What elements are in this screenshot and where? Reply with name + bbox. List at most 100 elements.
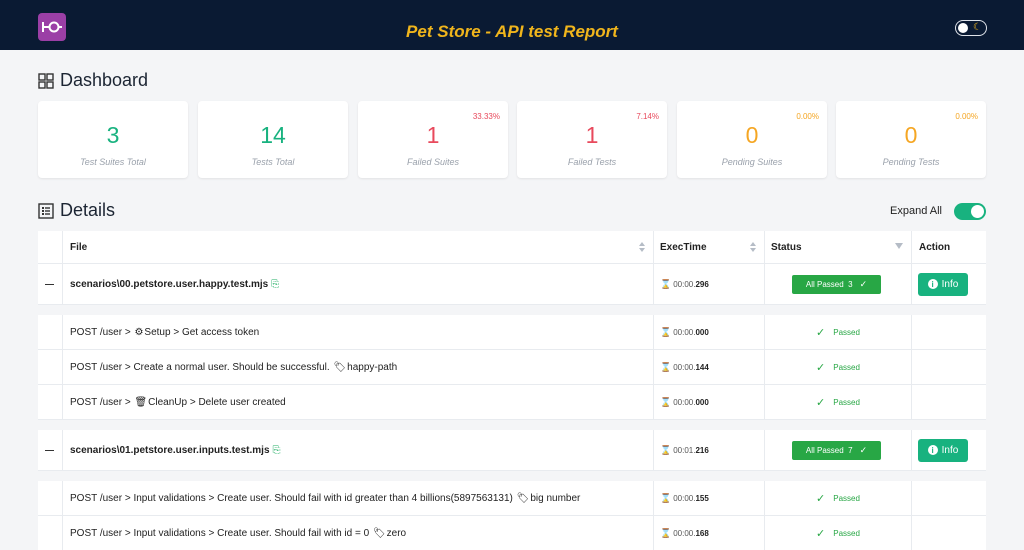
test-name-cell: POST /user > Create a normal user. Shoul… xyxy=(62,350,653,384)
suite-row: scenarios\00.petstore.user.happy.test.mj… xyxy=(38,264,986,305)
theme-toggle[interactable]: ☾ xyxy=(955,20,987,36)
check-icon: ✓ xyxy=(816,527,826,540)
test-status-cell: ✓ Passed xyxy=(764,315,911,349)
moon-icon: ☾ xyxy=(973,22,982,33)
stat-value: 1 xyxy=(585,122,599,148)
test-name-part: POST /user > Input validations > Create … xyxy=(70,527,372,539)
test-status-cell: ✓ Passed xyxy=(764,481,911,515)
sort-icon[interactable] xyxy=(750,242,756,252)
row-spacer xyxy=(38,471,986,481)
hourglass-icon: ⌛ xyxy=(660,396,672,407)
test-status: Passed xyxy=(833,397,860,407)
expand-all-label: Expand All xyxy=(890,205,942,217)
column-file-label: File xyxy=(70,241,88,253)
test-indent xyxy=(38,516,62,550)
test-row: POST /user > Input validations > Create … xyxy=(38,516,986,550)
copy-icon[interactable]: ⎘ xyxy=(273,445,281,456)
test-tag: happy-path xyxy=(347,361,398,373)
info-button-label: Info xyxy=(941,444,959,456)
test-action-cell xyxy=(911,516,986,550)
status-label: All Passed xyxy=(805,445,844,455)
column-status-label: Status xyxy=(771,241,802,253)
test-name-cell: POST /user > Input validations > Create … xyxy=(62,481,653,515)
expander-header xyxy=(38,231,62,263)
test-row: POST /user > Create a normal user. Shoul… xyxy=(38,350,986,385)
time-prefix: 00:00. xyxy=(673,362,696,372)
status-count: 7 xyxy=(848,445,853,455)
test-name-part: POST /user > Create a normal user. Shoul… xyxy=(70,361,333,373)
test-status: Passed xyxy=(833,493,860,503)
time-prefix: 00:00. xyxy=(673,528,696,538)
info-button[interactable]: i Info xyxy=(918,438,968,462)
suite-status-cell: All Passed 3 ✓ xyxy=(764,264,911,304)
info-icon: i xyxy=(927,445,938,455)
check-icon: ✓ xyxy=(816,492,826,505)
time-ms: 168 xyxy=(695,528,709,538)
test-row: POST /user > 🗑 CleanUp > Delete user crea… xyxy=(38,385,986,420)
collapse-toggle[interactable] xyxy=(38,264,62,304)
test-status: Passed xyxy=(833,528,860,538)
gear-icon: ⚙ xyxy=(134,326,144,338)
stat-label: Test Suites Total xyxy=(80,157,146,167)
suite-row: scenarios\01.petstore.user.inputs.test.m… xyxy=(38,430,986,471)
time-prefix: 00:00. xyxy=(673,327,696,337)
stat-label: Tests Total xyxy=(251,157,295,167)
stat-card: 14 Tests Total xyxy=(198,101,348,178)
app-title: Pet Store - API test Report xyxy=(406,22,618,41)
copy-icon[interactable]: ⎘ xyxy=(271,279,279,290)
test-status-cell: ✓ Passed xyxy=(764,385,911,419)
stat-percentage: 0.00% xyxy=(796,112,819,121)
info-button[interactable]: i Info xyxy=(918,272,968,296)
time-ms: 144 xyxy=(695,362,709,372)
suite-file-cell: scenarios\00.petstore.user.happy.test.mj… xyxy=(62,264,653,304)
toggle-knob xyxy=(958,23,968,33)
tag-icon: 🏷 xyxy=(516,492,530,504)
time-prefix: 00:00. xyxy=(673,493,696,503)
table-header: File ExecTime Status Action xyxy=(38,231,986,264)
stat-value: 3 xyxy=(106,122,120,148)
filter-icon[interactable] xyxy=(895,243,903,249)
column-status[interactable]: Status xyxy=(764,231,911,263)
suite-name: scenarios\00.petstore.user.happy.test.mj… xyxy=(70,278,269,290)
stat-value: 0 xyxy=(745,122,759,148)
info-icon: i xyxy=(927,279,938,289)
test-action-cell xyxy=(911,385,986,419)
hourglass-icon: ⌛ xyxy=(660,278,672,289)
stat-card: 0.00% 0 Pending Suites xyxy=(677,101,827,178)
check-icon: ✓ xyxy=(816,396,826,409)
test-tag: zero xyxy=(386,527,407,539)
check-icon: ✓ xyxy=(859,444,868,455)
test-name-part: Setup > Get access token xyxy=(144,326,260,338)
test-action-cell xyxy=(911,481,986,515)
test-exectime-cell: ⌛ 00:00.000 xyxy=(653,315,764,349)
expand-all-toggle[interactable] xyxy=(954,203,986,220)
test-exectime-cell: ⌛ 00:00.144 xyxy=(653,350,764,384)
time-prefix: 00:01. xyxy=(673,445,696,455)
hourglass-icon: ⌛ xyxy=(660,492,672,503)
column-action-label: Action xyxy=(919,241,951,253)
test-row: POST /user > ⚙ Setup > Get access token ⌛ 0… xyxy=(38,315,986,350)
suite-action-cell: i Info xyxy=(911,430,986,470)
suite-action-cell: i Info xyxy=(911,264,986,304)
check-icon: ✓ xyxy=(816,361,826,374)
stat-label: Failed Tests xyxy=(567,157,617,167)
suite-exectime-cell: ⌛ 00:01.216 xyxy=(653,430,764,470)
app-header: Pet Store - API test Report ☾ xyxy=(0,0,1024,50)
collapse-icon[interactable] xyxy=(45,283,54,285)
test-indent xyxy=(38,481,62,515)
stat-percentage: 33.33% xyxy=(472,112,500,121)
collapse-toggle[interactable] xyxy=(38,430,62,470)
test-name-part: POST /user > xyxy=(70,396,134,408)
dashboard-title: Dashboard xyxy=(60,70,149,90)
info-button-label: Info xyxy=(941,278,959,290)
stat-card: 7.14% 1 Failed Tests xyxy=(517,101,667,178)
stat-percentage: 0.00% xyxy=(955,112,978,121)
collapse-icon[interactable] xyxy=(45,449,54,451)
suite-status-cell: All Passed 7 ✓ xyxy=(764,430,911,470)
column-exectime[interactable]: ExecTime xyxy=(653,231,764,263)
column-exectime-label: ExecTime xyxy=(660,241,707,253)
status-badge: All Passed 3 ✓ xyxy=(792,274,881,294)
column-file[interactable]: File xyxy=(62,231,653,263)
test-exectime-cell: ⌛ 00:00.155 xyxy=(653,481,764,515)
sort-icon[interactable] xyxy=(639,242,645,252)
